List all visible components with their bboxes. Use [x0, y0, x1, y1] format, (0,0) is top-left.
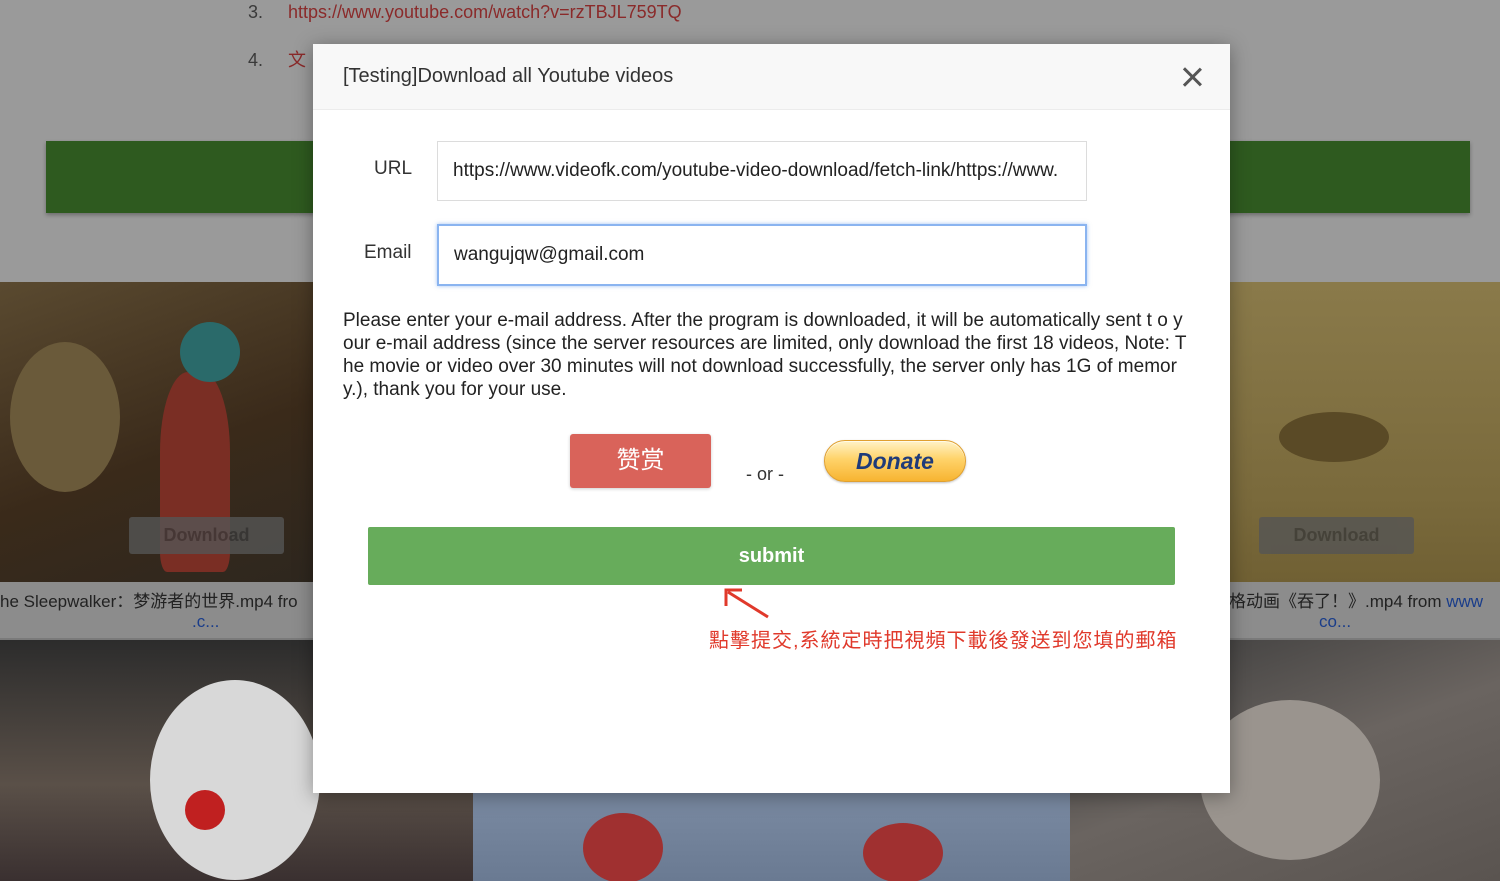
thumbnail-art: [863, 823, 943, 881]
video-caption[interactable]: he Sleepwalker：梦游者的世界.mp4 fro: [0, 587, 298, 612]
list-number: 3.: [248, 2, 264, 22]
download-button[interactable]: Download: [129, 517, 284, 554]
email-label: Email: [364, 242, 412, 263]
list-item: 4. 文: [248, 46, 306, 72]
list-item: 3. https://www.youtube.com/watch?v=rzTBJL…: [248, 2, 682, 23]
close-icon[interactable]: [1179, 64, 1205, 90]
video-caption-more[interactable]: co...: [1319, 612, 1351, 632]
submit-button[interactable]: submit: [368, 527, 1175, 585]
list-link[interactable]: 文: [288, 50, 306, 70]
annotation-arrow-icon: [724, 588, 769, 619]
email-input[interactable]: [437, 224, 1087, 286]
url-label: URL: [374, 158, 413, 179]
instructions-text: Please enter your e-mail address. After …: [343, 310, 1187, 400]
reward-button[interactable]: 赞赏: [570, 434, 711, 488]
video-thumbnail[interactable]: [473, 793, 1070, 881]
url-input[interactable]: [437, 141, 1087, 201]
thumbnail-art: [10, 342, 120, 492]
thumbnail-art: [185, 790, 225, 830]
download-button[interactable]: Download: [1259, 517, 1414, 554]
thumbnail-art: [583, 813, 663, 881]
video-caption-more[interactable]: .c...: [192, 612, 219, 632]
or-separator: - or -: [746, 464, 784, 484]
donate-button[interactable]: Donate: [824, 440, 966, 482]
thumbnail-art: [1279, 412, 1389, 462]
thumbnail-art: [180, 322, 240, 382]
video-caption[interactable]: 格动画《吞了！》.mp4 from www: [1229, 587, 1483, 612]
download-dialog: [Testing]Download all Youtube videos URL…: [313, 44, 1230, 793]
video-caption-link: www: [1446, 592, 1484, 611]
list-link[interactable]: https://www.youtube.com/watch?v=rzTBJL75…: [288, 2, 682, 22]
thumbnail-art: [150, 680, 320, 880]
dialog-title: [Testing]Download all Youtube videos: [343, 65, 674, 87]
dialog-header: [Testing]Download all Youtube videos: [313, 44, 1230, 110]
list-number: 4.: [248, 50, 264, 70]
video-caption-text: 格动画《吞了！》.mp4 from: [1229, 592, 1447, 611]
annotation-note: 點擊提交,系統定時把視頻下載後發送到您填的郵箱: [709, 630, 1178, 652]
